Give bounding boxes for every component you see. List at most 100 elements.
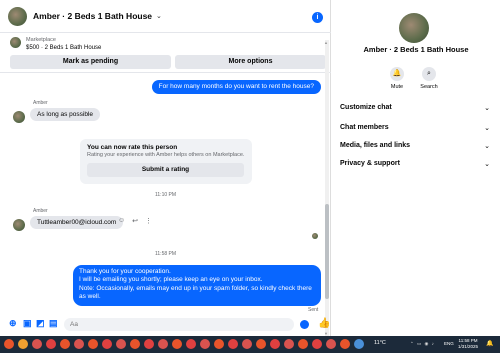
sender-name: Amber <box>33 100 48 106</box>
more-options-button[interactable]: More options <box>175 55 326 69</box>
scrollbar[interactable]: ▲ ▼ <box>324 40 329 336</box>
section-customize-chat[interactable]: Customize chat ⌄ <box>340 104 490 112</box>
top-strip <box>332 0 500 4</box>
sticker-icon[interactable]: ◩ <box>36 318 45 329</box>
app-icon[interactable] <box>46 339 56 349</box>
message-input[interactable] <box>64 318 294 331</box>
chat-panel: Amber · 2 Beds 1 Bath House ⌄ i Marketpl… <box>0 0 331 336</box>
sender-name: Amber <box>33 208 48 214</box>
app-icon[interactable] <box>214 339 224 349</box>
reply-icon[interactable]: ↩ <box>132 217 138 225</box>
chat-avatar[interactable] <box>8 6 27 26</box>
app-icon[interactable] <box>130 339 140 349</box>
message-list: For how many months do you want to rent … <box>0 73 331 313</box>
seen-avatar <box>312 233 318 239</box>
marketplace-listing: Marketplace $500 · 2 Beds 1 Bath House M… <box>0 33 331 73</box>
message-line: Note: Occasionally, emails may end up in… <box>79 284 312 301</box>
sender-avatar[interactable] <box>13 219 25 231</box>
plus-icon[interactable]: ⊕ <box>9 318 17 329</box>
listing-category: Marketplace <box>26 37 56 43</box>
emoji-react-icon[interactable]: ☺ <box>118 217 125 225</box>
app-icon[interactable] <box>284 339 294 349</box>
app-icon[interactable] <box>88 339 98 349</box>
outgoing-message[interactable]: Thank you for your cooperation. I will b… <box>73 265 321 306</box>
section-privacy-support[interactable]: Privacy & support ⌄ <box>340 160 490 168</box>
app-icon[interactable] <box>228 339 238 349</box>
message-status: Sent <box>308 307 319 313</box>
section-media-files-links[interactable]: Media, files and links ⌄ <box>340 142 490 150</box>
sender-avatar[interactable] <box>13 111 25 123</box>
scroll-thumb[interactable] <box>325 204 329 299</box>
search-label: Search <box>420 84 438 90</box>
app-icon[interactable] <box>326 339 336 349</box>
incoming-message[interactable]: Tuttleamber00@icloud.com <box>30 216 124 229</box>
rating-card: You can now rate this person Rating your… <box>80 139 252 184</box>
app-icon[interactable] <box>172 339 182 349</box>
taskbar: 11°C ⌃ ▭ ◉ ♪ ENG 11:58 PM 1/31/2025 🔔 <box>0 336 500 353</box>
weather-text[interactable]: 11°C <box>374 340 386 346</box>
section-label: Customize chat <box>340 104 392 111</box>
app-icon[interactable] <box>18 339 28 349</box>
rating-title: You can now rate this person <box>87 144 178 151</box>
app-icon[interactable] <box>186 339 196 349</box>
emoji-icon[interactable] <box>300 320 309 329</box>
details-name: Amber · 2 Beds 1 Bath House <box>363 45 469 54</box>
outgoing-message[interactable]: For how many months do you want to rent … <box>151 80 321 95</box>
chat-header: Amber · 2 Beds 1 Bath House ⌄ i <box>0 0 331 33</box>
app-icon[interactable] <box>270 339 280 349</box>
app-icon[interactable] <box>116 339 126 349</box>
rating-subtitle: Rating your experience with Amber helps … <box>87 152 245 158</box>
app-icon[interactable] <box>102 339 112 349</box>
app-icon[interactable] <box>256 339 266 349</box>
browser-icon[interactable] <box>4 339 14 349</box>
search-icon[interactable]: ⌕ <box>422 67 436 81</box>
chevron-down-icon[interactable]: ⌄ <box>156 12 162 20</box>
submit-rating-button[interactable]: Submit a rating <box>87 163 244 177</box>
bell-icon[interactable]: 🔔 <box>390 67 404 81</box>
message-actions: ☺ ↩ ⋮ <box>118 217 152 225</box>
app-icon[interactable] <box>312 339 322 349</box>
section-chat-members[interactable]: Chat members ⌄ <box>340 124 490 132</box>
details-panel: Amber · 2 Beds 1 Bath House 🔔 Mute ⌕ Sea… <box>332 0 500 336</box>
details-avatar[interactable] <box>399 13 429 43</box>
mute-button[interactable]: 🔔 Mute <box>382 67 412 90</box>
system-tray-icons[interactable]: ⌃ ▭ ◉ ♪ <box>410 341 435 347</box>
scroll-up-arrow[interactable]: ▲ <box>324 40 328 45</box>
app-icon[interactable] <box>340 339 350 349</box>
thumbs-up-icon[interactable]: 👍 <box>318 318 330 329</box>
timestamp: 11:10 PM <box>154 192 177 198</box>
app-icon[interactable] <box>242 339 252 349</box>
info-icon[interactable]: i <box>312 12 323 23</box>
language-indicator[interactable]: ENG <box>444 341 454 346</box>
clock[interactable]: 11:58 PM 1/31/2025 <box>458 338 478 350</box>
chevron-down-icon: ⌄ <box>484 125 490 132</box>
app-icon[interactable] <box>60 339 70 349</box>
incoming-message[interactable]: As long as possible <box>30 108 101 121</box>
section-label: Media, files and links <box>340 142 411 149</box>
listing-thumbnail[interactable] <box>10 37 21 48</box>
app-icon[interactable] <box>200 339 210 349</box>
chat-title[interactable]: Amber · 2 Beds 1 Bath House <box>33 11 152 21</box>
notification-icon[interactable]: 🔔 <box>486 340 493 347</box>
chevron-down-icon: ⌄ <box>484 105 490 112</box>
gif-icon[interactable]: ▤ <box>49 318 58 329</box>
search-button[interactable]: ⌕ Search <box>414 67 444 90</box>
app-icon[interactable] <box>32 339 42 349</box>
clock-time: 11:58 PM <box>458 338 478 343</box>
mute-label: Mute <box>390 84 404 90</box>
app-icon[interactable] <box>158 339 168 349</box>
timestamp: 11:58 PM <box>154 251 177 257</box>
app-icon[interactable] <box>144 339 154 349</box>
more-icon[interactable]: ⋮ <box>145 217 152 225</box>
app-icon[interactable] <box>354 339 364 349</box>
listing-name[interactable]: $500 · 2 Beds 1 Bath House <box>26 45 101 51</box>
message-line: I will be emailing you shortly; please k… <box>79 276 263 284</box>
section-label: Privacy & support <box>340 160 400 167</box>
image-icon[interactable]: ▣ <box>23 318 32 329</box>
message-line: Thank you for your cooperation. <box>79 268 171 275</box>
section-label: Chat members <box>340 124 389 131</box>
mark-as-pending-button[interactable]: Mark as pending <box>10 55 171 69</box>
app-icon[interactable] <box>298 339 308 349</box>
app-icon[interactable] <box>74 339 84 349</box>
chevron-down-icon: ⌄ <box>484 143 490 150</box>
